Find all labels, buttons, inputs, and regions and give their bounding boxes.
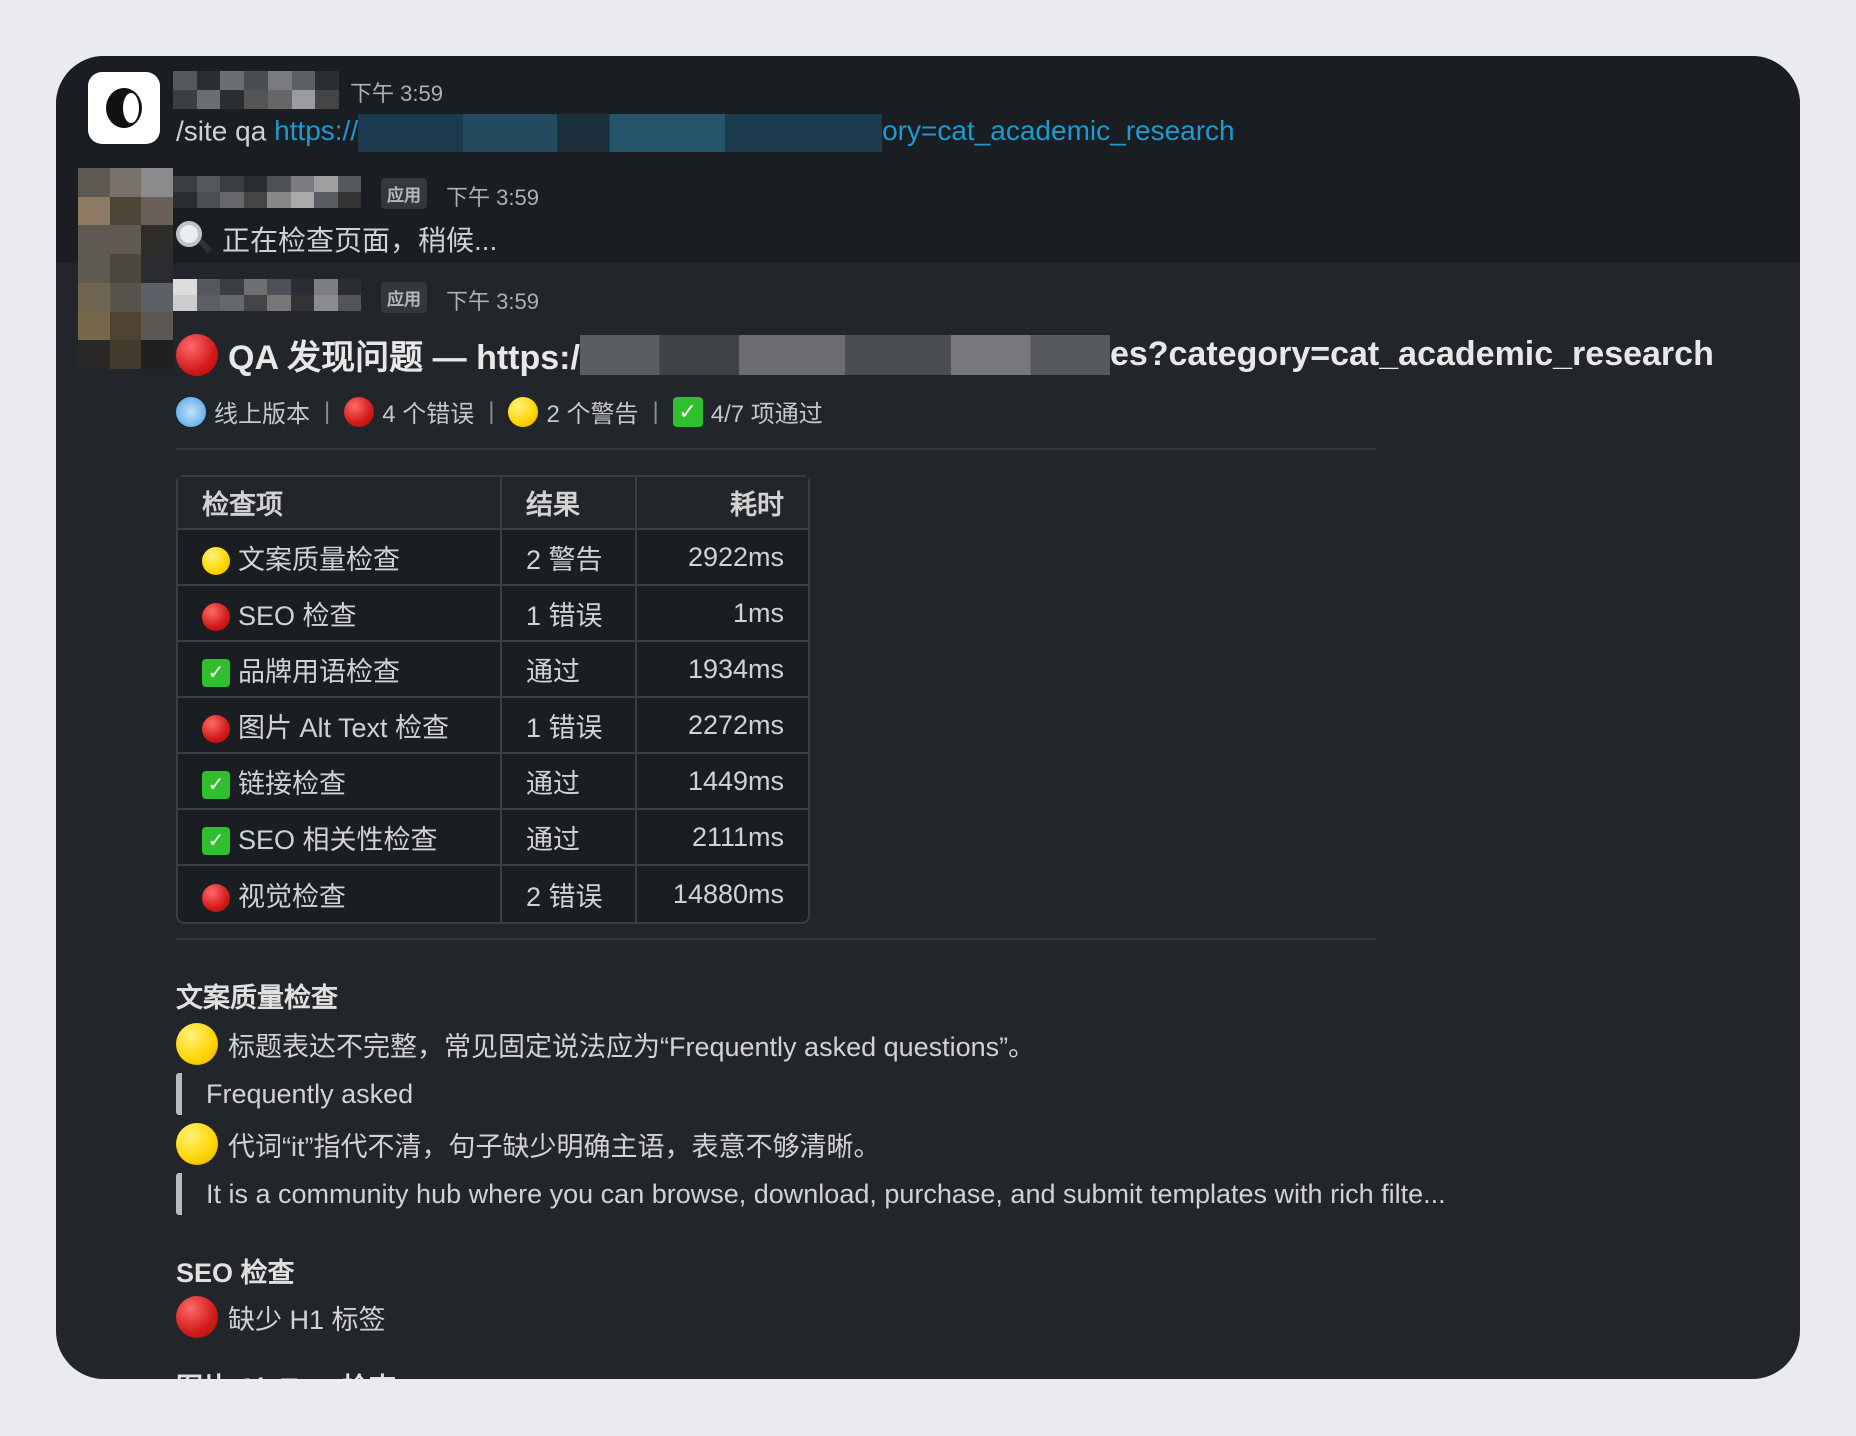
globe-icon [176, 396, 206, 427]
loading-text: 正在检查页面，稍候... [222, 225, 498, 256]
check-item: 文案质量检查 [178, 530, 502, 586]
error-count: 4 个错误 [382, 401, 475, 428]
qa-title: QA 发现问题 — https:/ es?category=cat_academi… [176, 330, 1714, 379]
table-row: 视觉检查 2 错误 14880ms [178, 866, 808, 922]
duration-cell: 2922ms [637, 530, 808, 586]
title-text: es?category=cat_academic_research [1109, 335, 1714, 373]
issue: 标题表达不完整，常见固定说法应为“Frequently asked questi… [176, 1023, 1736, 1065]
result-cell: 1 错误 [502, 698, 637, 754]
slack-channel: 下午 3:59 /site qa https://ory=cat_academi… [56, 56, 1800, 1379]
check-icon: ✓ [202, 771, 230, 800]
item-label: 图片 Alt Text 检查 [238, 712, 450, 743]
magnifier-icon [176, 221, 213, 257]
message-text: 正在检查页面，稍候... [176, 219, 497, 259]
username-redacted[interactable] [173, 71, 339, 109]
duration-cell: 2272ms [637, 698, 808, 754]
result-cell: 2 警告 [502, 530, 637, 586]
issue-text: 代词“it”指代不清，句子缺少明确主语，表意不够清晰。 [228, 1131, 881, 1162]
item-label: SEO 相关性检查 [238, 824, 438, 855]
timestamp: 下午 3:59 [350, 81, 443, 106]
details: 文案质量检查 标题表达不完整，常见固定说法应为“Frequently asked… [176, 976, 1736, 1379]
duration-cell: 1934ms [637, 642, 808, 698]
item-label: 视觉检查 [238, 881, 346, 912]
summary-line: 线上版本 | 4 个错误 | 2 个警告 | ✓ 4/7 项通过 [176, 394, 823, 429]
result-cell: 2 错误 [502, 866, 637, 922]
col-header: 结果 [502, 477, 637, 530]
warning-count: 2 个警告 [546, 401, 639, 428]
command: /site qa [176, 115, 267, 147]
duration-cell: 1ms [637, 586, 808, 642]
app-badge: 应用 [381, 282, 427, 313]
table-row: ✓ 链接检查 通过 1449ms [178, 754, 808, 810]
table-row: ✓ SEO 相关性检查 通过 2111ms [178, 810, 808, 866]
check-item: ✓ SEO 相关性检查 [178, 810, 502, 866]
check-icon: ✓ [202, 827, 230, 856]
col-header: 检查项 [178, 477, 502, 530]
check-icon: ✓ [672, 396, 703, 427]
item-label: SEO 检查 [238, 600, 357, 631]
url-link[interactable]: https://ory=cat_academic_research [274, 114, 1235, 152]
divider [176, 938, 1376, 940]
user-avatar[interactable] [88, 72, 160, 144]
section-title: SEO 检查 [176, 1258, 295, 1288]
yellow-circle-icon [508, 396, 539, 427]
red-circle-icon [202, 715, 230, 744]
red-circle-icon [202, 884, 230, 913]
title-text: QA 发现问题 — https:/ [228, 339, 580, 377]
yellow-circle-icon [176, 1123, 218, 1165]
check-item: 视觉检查 [178, 866, 502, 922]
result-cell: 1 错误 [502, 586, 637, 642]
red-circle-icon [344, 396, 375, 427]
timestamp: 下午 3:59 [446, 289, 539, 314]
table-row: 图片 Alt Text 检查 1 错误 2272ms [178, 698, 808, 754]
check-item: ✓ 链接检查 [178, 754, 502, 810]
env-label: 线上版本 [214, 401, 310, 428]
result-cell: 通过 [502, 754, 637, 810]
quote: It is a community hub where you can brow… [176, 1173, 1736, 1215]
quote: Frequently asked [176, 1073, 1736, 1115]
issue: 缺少 H1 标签 [176, 1296, 1736, 1338]
red-circle-icon [202, 603, 230, 632]
bot-avatar[interactable] [78, 168, 173, 369]
table-row: SEO 检查 1 错误 1ms [178, 586, 808, 642]
item-label: 品牌用语检查 [238, 656, 400, 687]
table-row: ✓ 品牌用语检查 通过 1934ms [178, 642, 808, 698]
col-header: 耗时 [637, 477, 808, 530]
pass-count: 4/7 项通过 [710, 401, 823, 428]
check-item: SEO 检查 [178, 586, 502, 642]
result-cell: 通过 [502, 642, 637, 698]
message-text: /site qa https://ory=cat_academic_resear… [176, 114, 1235, 152]
check-item: 图片 Alt Text 检查 [178, 698, 502, 754]
red-circle-icon [176, 1296, 218, 1338]
check-item: ✓ 品牌用语检查 [178, 642, 502, 698]
section-title: 文案质量检查 [176, 983, 338, 1013]
item-label: 链接检查 [238, 768, 346, 799]
divider [176, 448, 1376, 450]
issue-text: 标题表达不完整，常见固定说法应为“Frequently asked questi… [228, 1031, 1036, 1062]
app-badge: 应用 [381, 178, 427, 209]
red-circle-icon [176, 333, 218, 376]
redacted-url [579, 334, 1110, 375]
duration-cell: 1449ms [637, 754, 808, 810]
duration-cell: 2111ms [637, 810, 808, 866]
duration-cell: 14880ms [672, 878, 784, 909]
section-title: 图片 Alt Text 检查 [176, 1366, 1736, 1379]
bot-name-redacted[interactable] [173, 279, 361, 311]
bot-name-redacted[interactable] [173, 176, 361, 208]
issue-text: 缺少 H1 标签 [228, 1304, 386, 1335]
yellow-circle-icon [176, 1023, 218, 1065]
issue: 代词“it”指代不清，句子缺少明确主语，表意不够清晰。 [176, 1123, 1736, 1165]
timestamp: 下午 3:59 [446, 185, 539, 210]
check-icon: ✓ [202, 659, 230, 688]
result-cell: 通过 [502, 810, 637, 866]
table-row: 文案质量检查 2 警告 2922ms [178, 530, 808, 586]
results-table: 检查项 结果 耗时 文案质量检查 2 警告 2922ms SEO 检查 1 错误 … [176, 475, 810, 924]
yellow-circle-icon [202, 547, 230, 576]
app-logo-icon [106, 88, 142, 128]
item-label: 文案质量检查 [238, 544, 400, 575]
redacted-url [358, 114, 883, 152]
